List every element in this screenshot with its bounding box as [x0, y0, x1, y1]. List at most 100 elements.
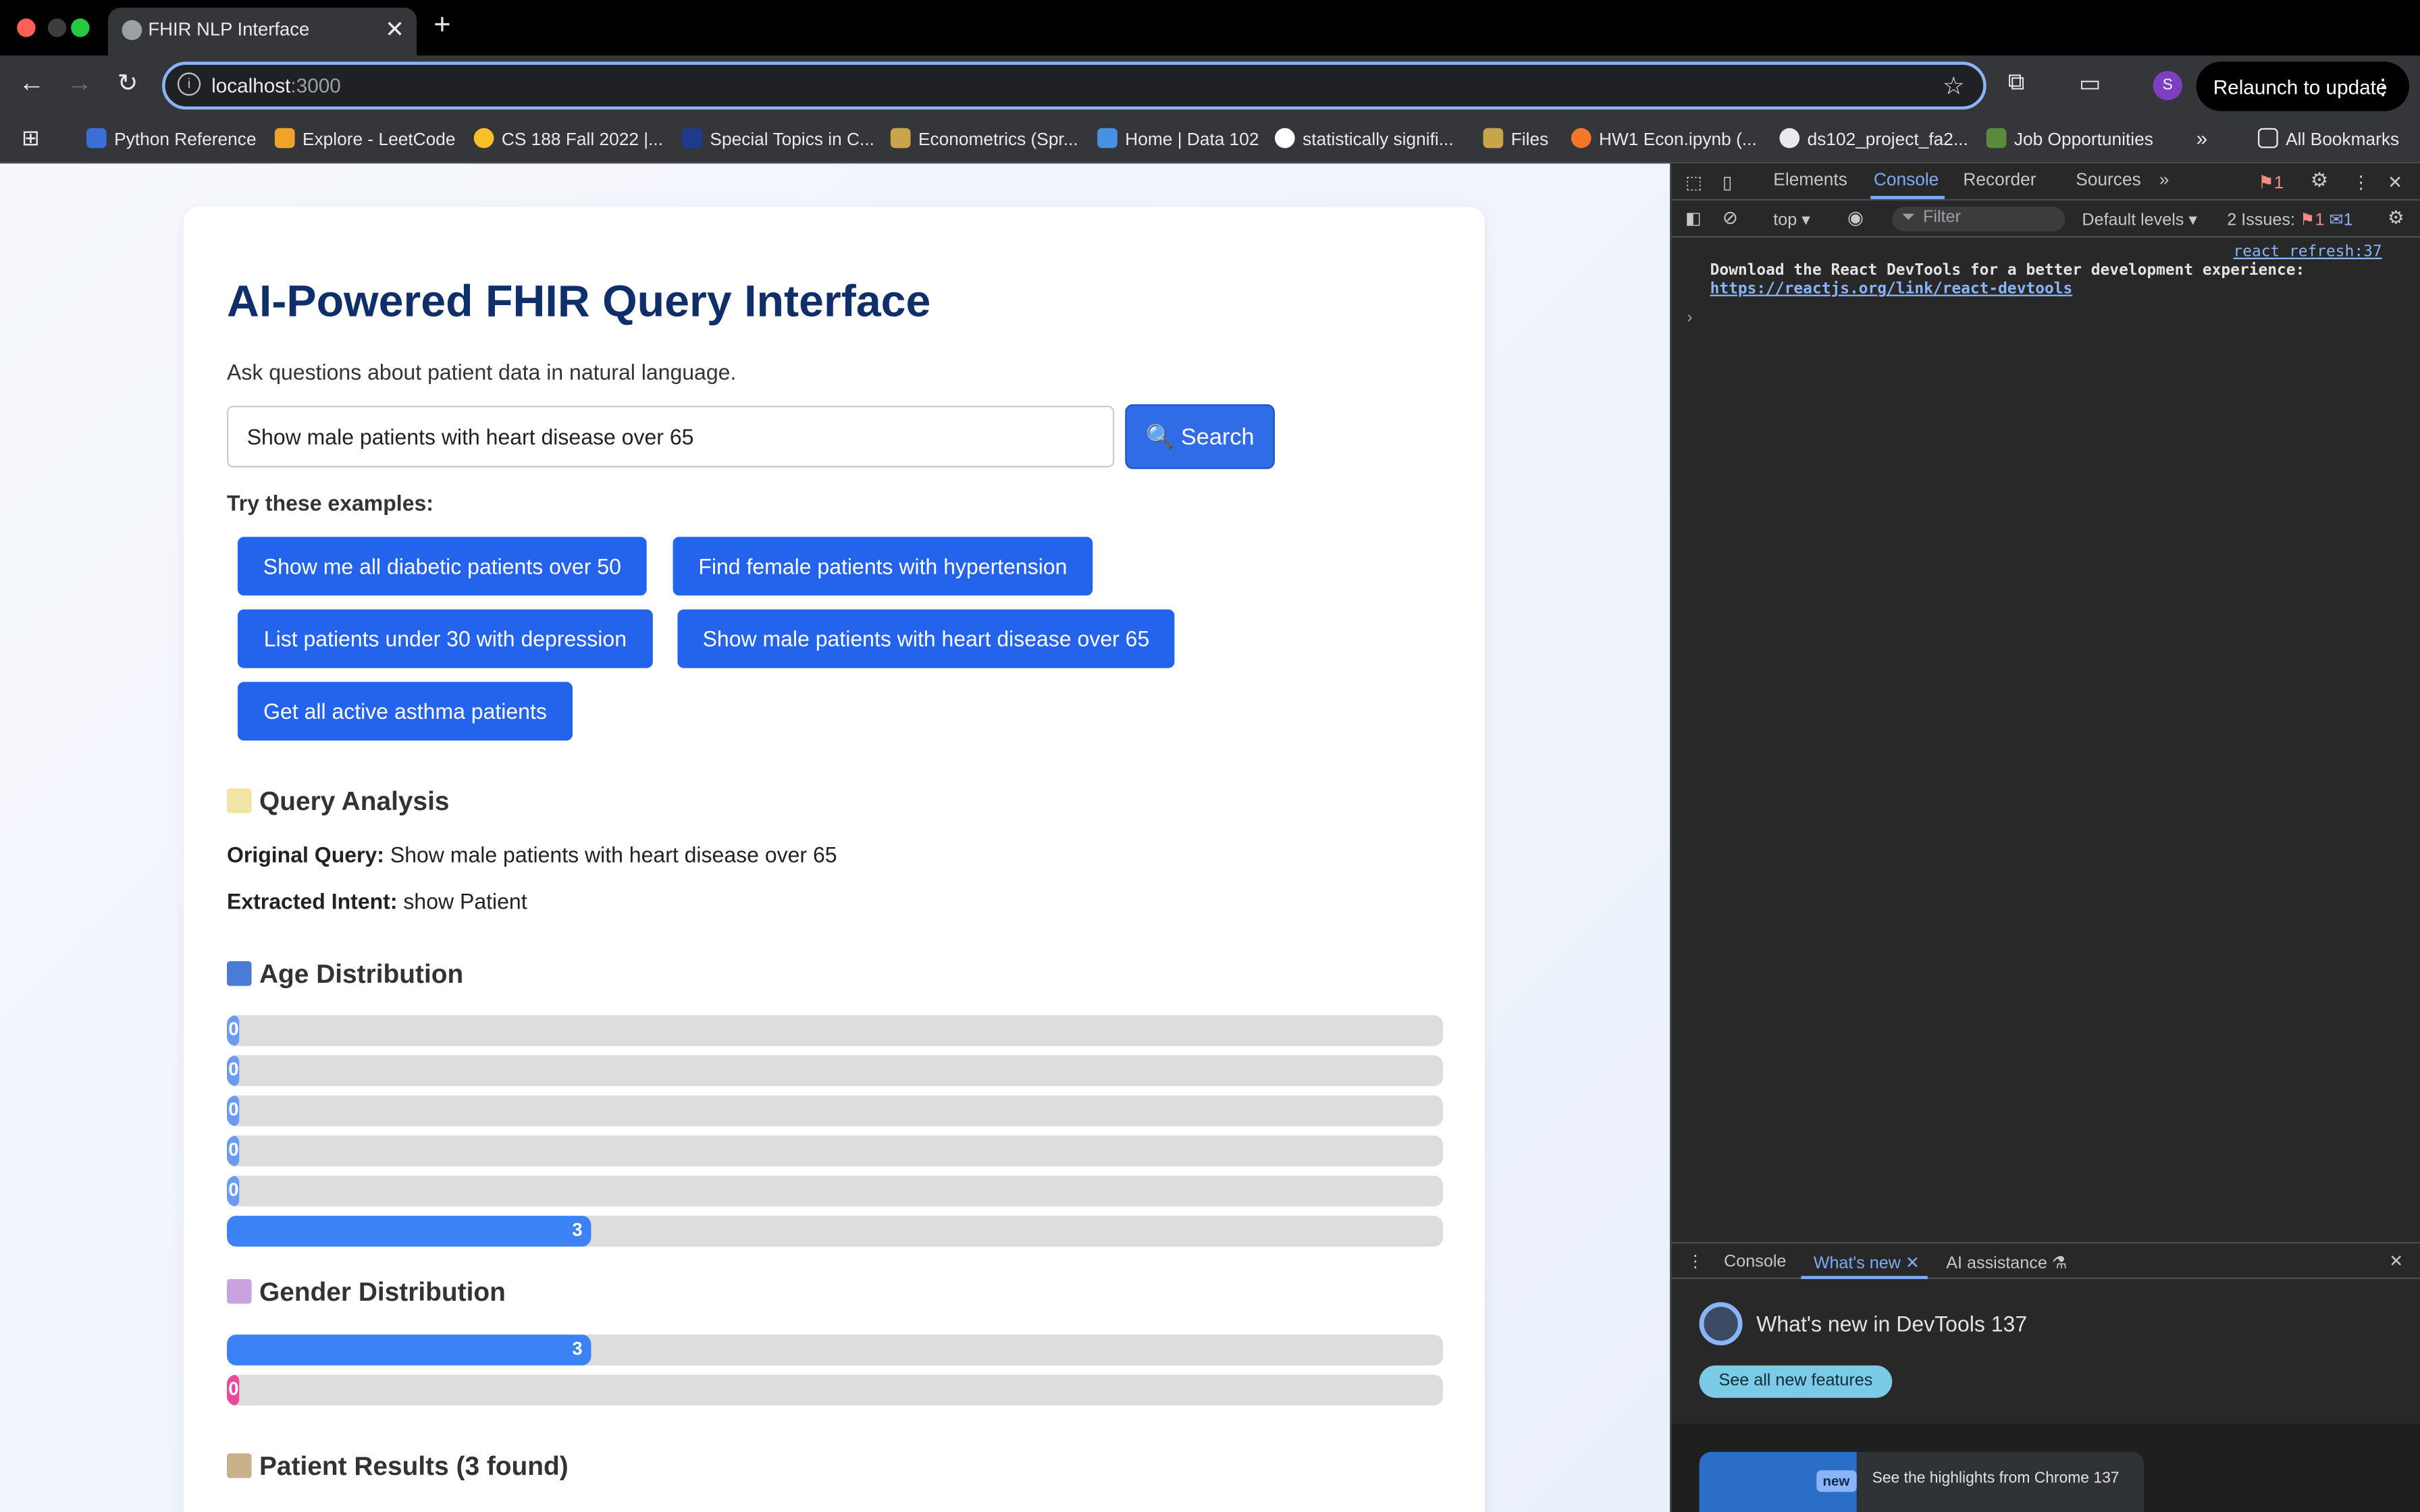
examples-heading: Try these examples: — [227, 490, 433, 516]
age-bar-5: 3 — [227, 1216, 1444, 1247]
tab-console[interactable]: Console — [1874, 171, 1939, 190]
close-window-button[interactable] — [17, 18, 36, 37]
dna-icon — [227, 1278, 252, 1304]
tab-elements[interactable]: Elements — [1773, 171, 1847, 190]
bookmark-python-reference[interactable]: Python Reference — [86, 128, 257, 150]
tab-strip: FHIR NLP Interface ✕ + — [0, 0, 2420, 56]
extensions-icon[interactable]: ⧉ — [2008, 70, 2025, 96]
page-subtitle: Ask questions about patient data in natu… — [227, 359, 737, 385]
drawer-menu-icon[interactable]: ⋮ — [1687, 1251, 1704, 1271]
sidebar-toggle-icon[interactable]: ◧ — [1685, 209, 1702, 228]
age-bar-0: 0 — [227, 1015, 1444, 1046]
more-vert-icon: ⋮ — [2372, 74, 2394, 99]
address-bar[interactable]: i localhost:3000 ☆ — [162, 61, 1987, 110]
tab-title: FHIR NLP Interface — [148, 18, 310, 40]
example-button[interactable]: Find female patients with hypertension — [673, 537, 1093, 596]
bookmark-econometrics[interactable]: Econometrics (Spr... — [890, 128, 1078, 150]
browser-window: FHIR NLP Interface ✕ + ← → ↻ i localhost… — [0, 0, 2420, 1512]
issues-counter[interactable]: 2 Issues: ⚑1 ✉1 — [2227, 210, 2352, 230]
filter-icon: ⏷ — [1901, 208, 1916, 227]
console-toolbar: ◧ ⊘ top ▾ ◉ ⏷ Filter Default levels ▾ 2 I… — [1671, 200, 2420, 238]
context-selector[interactable]: top ▾ — [1773, 210, 1810, 230]
back-arrow-icon[interactable]: ← — [18, 68, 45, 99]
drawer-tab-ai-assistance[interactable]: AI assistance ⚗ — [1946, 1253, 2068, 1273]
console-filter-input[interactable]: ⏷ Filter — [1892, 207, 2066, 232]
bookmark-leetcode[interactable]: Explore - LeetCode — [274, 128, 456, 150]
bookmark-star-icon[interactable]: ☆ — [1943, 71, 1965, 102]
source-location-link[interactable]: react refresh:37 — [2233, 244, 2382, 261]
bookmark-favicon — [1483, 128, 1504, 148]
bookmarks-overflow-icon[interactable]: » — [2197, 126, 2208, 149]
close-drawer-icon[interactable]: ✕ — [2389, 1251, 2403, 1271]
close-tab-icon[interactable]: ✕ — [385, 16, 404, 43]
minimize-window-button[interactable] — [47, 18, 67, 37]
browser-tab[interactable]: FHIR NLP Interface ✕ — [108, 7, 417, 56]
age-distribution-heading: Age Distribution — [227, 960, 463, 991]
bookmark-ds102-project[interactable]: ds102_project_fa2... — [1779, 128, 1968, 150]
maximize-window-button[interactable] — [71, 18, 90, 37]
inspect-element-icon[interactable]: ⬚ — [1685, 171, 1702, 192]
example-button[interactable]: Show me all diabetic patients over 50 — [238, 537, 647, 596]
globe-icon — [122, 20, 142, 40]
globe-icon — [1779, 128, 1800, 148]
forward-arrow-icon[interactable]: → — [66, 68, 93, 99]
relaunch-button[interactable]: Relaunch to update ⋮ — [2196, 61, 2410, 111]
apps-grid-icon[interactable]: ⊞ — [22, 125, 40, 151]
bookmark-statistically-significant[interactable]: statistically signifi... — [1275, 128, 1454, 150]
query-input[interactable]: Show male patients with heart disease ov… — [227, 406, 1115, 468]
close-devtools-icon[interactable]: ✕ — [2388, 171, 2402, 192]
see-all-features-button[interactable]: See all new features — [1699, 1365, 1893, 1398]
clear-console-icon[interactable]: ⊘ — [1722, 207, 1738, 228]
console-settings-icon[interactable]: ⚙ — [2388, 207, 2404, 228]
gender-bar-0: 3 — [227, 1334, 1444, 1366]
bookmark-hw1-econ[interactable]: HW1 Econ.ipynb (... — [1571, 128, 1757, 150]
cast-icon[interactable]: ▭ — [2079, 70, 2101, 97]
whats-new-title: What's new in DevTools 137 — [1756, 1311, 2028, 1336]
flask-icon: ⚗ — [2051, 1254, 2068, 1273]
error-count-badge[interactable]: ⚑1 — [2258, 171, 2284, 192]
drawer-tab-console[interactable]: Console — [1724, 1253, 1786, 1271]
log-levels-dropdown[interactable]: Default levels ▾ — [2082, 210, 2197, 230]
device-toolbar-icon[interactable]: ▯ — [1722, 171, 1733, 192]
react-devtools-link[interactable]: https://reactjs.org/link/react-devtools — [1710, 281, 2305, 299]
example-button[interactable]: Get all active asthma patients — [238, 682, 573, 741]
bookmark-files[interactable]: Files — [1483, 128, 1548, 150]
bookmark-job-opportunities[interactable]: Job Opportunities — [1986, 128, 2153, 150]
age-bar-fill-1: 0 — [227, 1055, 240, 1087]
profile-avatar[interactable]: S — [2153, 71, 2183, 101]
bookmark-favicon — [1097, 128, 1117, 148]
browser-toolbar: ← → ↻ i localhost:3000 ☆ ⧉ ▭ S Relaunch … — [0, 55, 2420, 117]
bookmark-favicon — [682, 128, 702, 148]
age-bar-fill-0: 0 — [227, 1015, 240, 1046]
highlights-card[interactable]: new See the highlights from Chrome 137 — [1699, 1451, 2144, 1512]
console-prompt[interactable]: › — [1687, 308, 1692, 327]
search-button[interactable]: 🔍 Search — [1125, 404, 1275, 469]
memo-icon — [227, 788, 252, 813]
bookmark-cs188[interactable]: CS 188 Fall 2022 |... — [473, 128, 663, 150]
tab-recorder[interactable]: Recorder — [1963, 171, 2036, 190]
age-bar-fill-2: 0 — [227, 1095, 240, 1127]
drawer-tab-whats-new[interactable]: What's new ✕ — [1814, 1253, 1920, 1272]
more-tabs-icon[interactable]: » — [2159, 171, 2169, 190]
tab-sources[interactable]: Sources — [2076, 171, 2140, 190]
reload-icon[interactable]: ↻ — [117, 68, 138, 99]
bookmark-data102[interactable]: Home | Data 102 — [1097, 128, 1259, 150]
url-text: localhost:3000 — [211, 74, 341, 97]
drawer-active-indicator — [1801, 1276, 1928, 1279]
live-expression-eye-icon[interactable]: ◉ — [1847, 207, 1864, 228]
devtools-panel: ⬚ ▯ Elements Console Recorder Sources » … — [1670, 163, 2420, 1512]
bookmark-favicon — [86, 128, 107, 148]
site-info-icon[interactable]: i — [177, 72, 201, 96]
chrome-devtools-logo-icon — [1699, 1302, 1743, 1346]
jupyter-icon — [1571, 128, 1592, 148]
example-button[interactable]: List patients under 30 with depression — [238, 609, 653, 668]
new-tab-button[interactable]: + — [433, 9, 450, 43]
settings-gear-icon[interactable]: ⚙ — [2311, 168, 2329, 193]
bookmark-special-topics[interactable]: Special Topics in C... — [682, 128, 874, 150]
all-bookmarks[interactable]: All Bookmarks — [2258, 128, 2399, 150]
clipboard-icon — [227, 1453, 252, 1478]
app-card: AI-Powered FHIR Query Interface Ask ques… — [184, 207, 1485, 1512]
example-button[interactable]: Show male patients with heart disease ov… — [677, 609, 1175, 668]
age-bar-4: 0 — [227, 1175, 1444, 1207]
more-vert-icon[interactable]: ⋮ — [2352, 171, 2369, 192]
